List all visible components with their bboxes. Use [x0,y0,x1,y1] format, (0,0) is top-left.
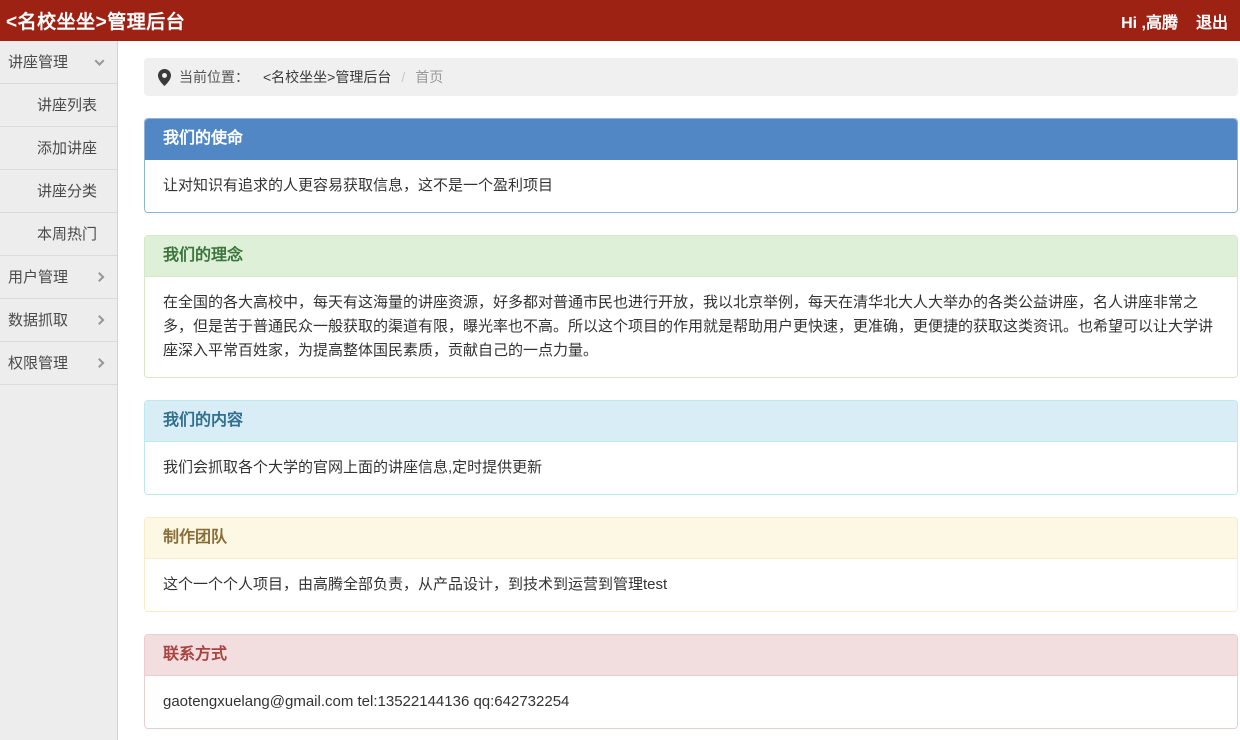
sidebar-item-label: 数据抓取 [8,312,69,329]
panel-mission-body: 让对知识有追求的人更容易获取信息，这不是一个盈利项目 [145,160,1237,212]
sidebar-item-weekly-hot[interactable]: 本周热门 [0,213,117,256]
sidebar-item-data-crawl[interactable]: 数据抓取 [0,299,117,342]
chevron-right-icon [94,315,105,325]
sidebar-item-permission-management[interactable]: 权限管理 [0,342,117,385]
chevron-right-icon [94,358,105,368]
panel-contact-title: 联系方式 [145,635,1237,676]
panel-contact-body: gaotengxuelang@gmail.com tel:13522144136… [145,676,1237,728]
panel-mission: 我们的使命 让对知识有追求的人更容易获取信息，这不是一个盈利项目 [144,118,1238,213]
breadcrumb-label: 当前位置： [179,69,249,85]
sidebar-item-add-lecture[interactable]: 添加讲座 [0,127,117,170]
sidebar-item-label: 讲座分类 [36,183,97,200]
sidebar: 讲座管理 讲座列表 添加讲座 讲座分类 本周热门 用户管理 数据抓取 权限管理 [0,41,118,740]
panel-contact: 联系方式 gaotengxuelang@gmail.com tel:135221… [144,634,1238,729]
panel-content-title: 我们的内容 [145,401,1237,442]
app-title[interactable]: <名校坐坐>管理后台 [6,7,185,34]
sidebar-item-lecture-category[interactable]: 讲座分类 [0,170,117,213]
sidebar-item-label: 讲座管理 [8,54,69,71]
topbar: <名校坐坐>管理后台 Hi ,高腾 退出 [0,0,1240,41]
sidebar-item-user-management[interactable]: 用户管理 [0,256,117,299]
sidebar-item-label: 权限管理 [8,355,69,372]
topbar-user-area: Hi ,高腾 退出 [1121,9,1228,33]
sidebar-item-label: 添加讲座 [36,140,97,157]
breadcrumb-current: 首页 [415,69,444,85]
panel-team-title: 制作团队 [145,518,1237,559]
panel-philosophy-title: 我们的理念 [145,236,1237,277]
breadcrumb-separator: / [401,69,406,85]
sidebar-item-label: 用户管理 [8,269,69,286]
panel-content: 我们的内容 我们会抓取各个大学的官网上面的讲座信息,定时提供更新 [144,400,1238,495]
sidebar-item-label: 讲座列表 [36,97,97,114]
location-pin-icon [158,68,171,86]
panel-content-body: 我们会抓取各个大学的官网上面的讲座信息,定时提供更新 [145,442,1237,494]
breadcrumb-root-link[interactable]: <名校坐坐>管理后台 [263,67,391,87]
panel-philosophy-body: 在全国的各大高校中，每天有这海量的讲座资源，好多都对普通市民也进行开放，我以北京… [145,277,1237,377]
sidebar-item-label: 本周热门 [36,226,97,243]
sidebar-item-lecture-management[interactable]: 讲座管理 [0,41,117,84]
panel-philosophy: 我们的理念 在全国的各大高校中，每天有这海量的讲座资源，好多都对普通市民也进行开… [144,235,1238,378]
main-content: 当前位置： <名校坐坐>管理后台 / 首页 我们的使命 让对知识有追求的人更容易… [118,41,1240,740]
panel-team: 制作团队 这个一个个人项目，由高腾全部负责，从产品设计，到技术到运营到管理tes… [144,517,1238,612]
chevron-right-icon [94,272,105,282]
panel-team-body: 这个一个个人项目，由高腾全部负责，从产品设计，到技术到运营到管理test [145,559,1237,611]
sidebar-item-lecture-list[interactable]: 讲座列表 [0,84,117,127]
panel-mission-title: 我们的使命 [145,119,1237,160]
chevron-down-icon [94,56,105,66]
logout-link[interactable]: 退出 [1196,9,1228,33]
breadcrumb: 当前位置： <名校坐坐>管理后台 / 首页 [144,58,1238,96]
user-greeting: Hi ,高腾 [1121,14,1178,32]
